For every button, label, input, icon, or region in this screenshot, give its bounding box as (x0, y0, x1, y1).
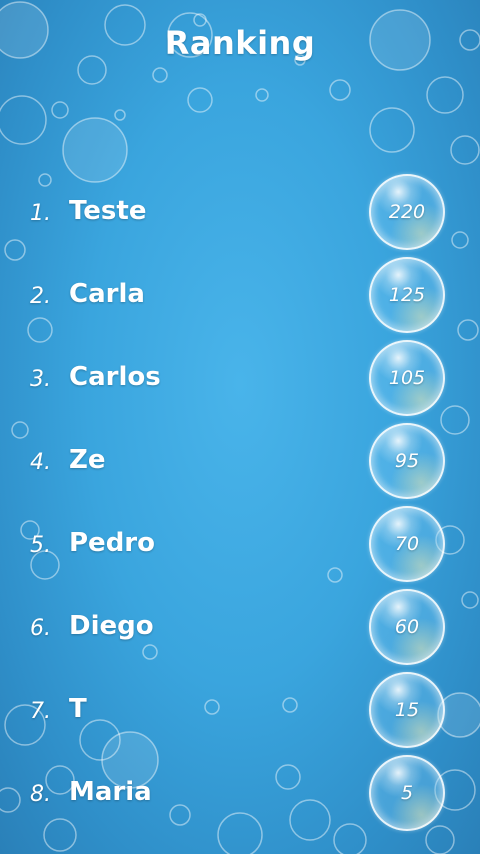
page-title: Ranking (164, 24, 316, 62)
score-bubble: 70 (369, 506, 445, 582)
score-value: 5 (400, 782, 414, 804)
ranking-list: 1. Teste 220 2. Carla 125 3. Carlos 105 … (0, 171, 480, 835)
score-value: 125 (388, 284, 426, 306)
ranking-row: 4. Ze 95 (0, 420, 480, 503)
player-name: Carlos (69, 362, 161, 392)
ranking-row: 8. Maria 5 (0, 752, 480, 835)
player-name: Pedro (69, 528, 155, 558)
player-name: Carla (69, 279, 145, 309)
ranking-row: 3. Carlos 105 (0, 337, 480, 420)
score-bubble: 60 (369, 589, 445, 665)
ranking-row: 1. Teste 220 (0, 171, 480, 254)
rank-number: 3. (30, 367, 51, 392)
player-name: Diego (69, 611, 154, 641)
rank-number: 1. (30, 201, 51, 226)
score-value: 15 (394, 699, 420, 721)
score-bubble: 15 (369, 672, 445, 748)
score-bubble: 220 (369, 174, 445, 250)
score-bubble: 105 (369, 340, 445, 416)
player-name: Ze (69, 445, 106, 475)
score-value: 220 (388, 201, 426, 223)
score-value: 105 (388, 367, 426, 389)
player-name: Teste (69, 196, 147, 226)
score-bubble: 5 (369, 755, 445, 831)
rank-number: 8. (30, 782, 51, 807)
rank-number: 6. (30, 616, 51, 641)
ranking-row: 5. Pedro 70 (0, 503, 480, 586)
rank-number: 2. (30, 284, 51, 309)
score-bubble: 95 (369, 423, 445, 499)
ranking-row: 2. Carla 125 (0, 254, 480, 337)
score-value: 95 (394, 450, 420, 472)
score-value: 60 (394, 616, 420, 638)
player-name: T (69, 694, 87, 724)
rank-number: 7. (30, 699, 51, 724)
ranking-row: 6. Diego 60 (0, 586, 480, 669)
player-name: Maria (69, 777, 152, 807)
score-bubble: 125 (369, 257, 445, 333)
rank-number: 4. (30, 450, 51, 475)
ranking-row: 7. T 15 (0, 669, 480, 752)
rank-number: 5. (30, 533, 51, 558)
score-value: 70 (394, 533, 420, 555)
